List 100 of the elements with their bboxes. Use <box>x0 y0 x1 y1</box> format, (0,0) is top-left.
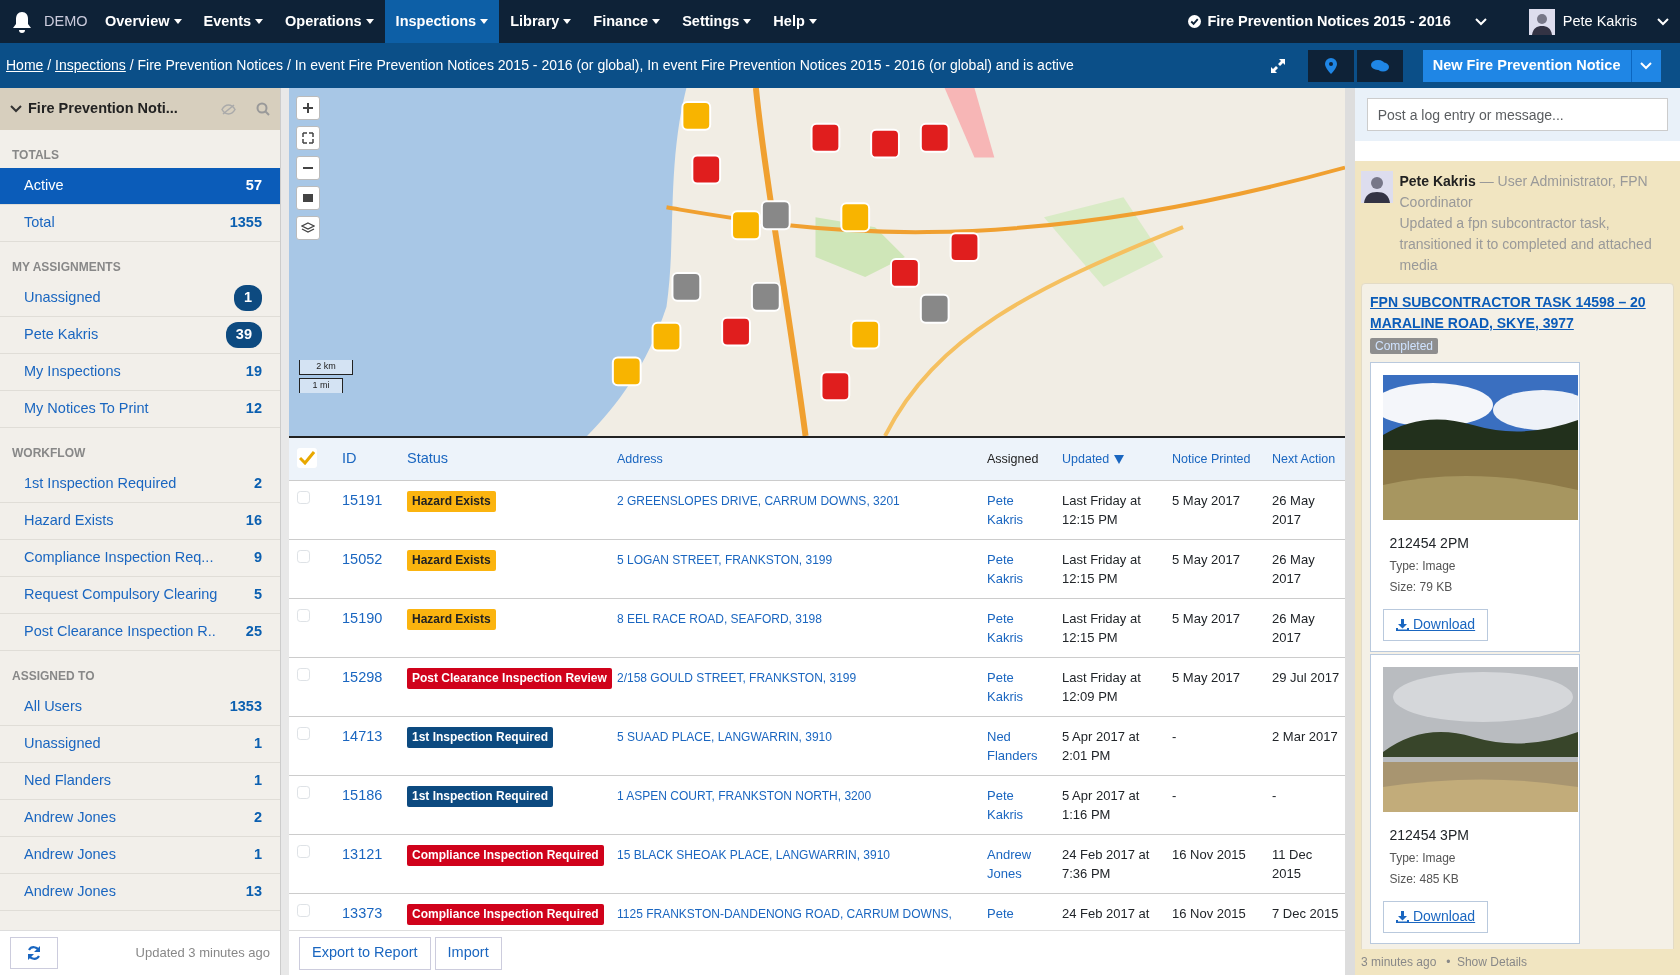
notice-id-link[interactable]: 14713 <box>342 727 383 744</box>
map-control-button[interactable] <box>296 156 320 180</box>
select-all-checkbox[interactable] <box>297 447 317 468</box>
address-link[interactable]: 15 BLACK SHEOAK PLACE, LANGWARRIN, 3910 <box>617 847 890 862</box>
chevron-icon <box>10 105 22 113</box>
sidebar-item[interactable]: Unassigned 1 <box>0 726 280 763</box>
nav-menu[interactable]: Help <box>762 0 828 43</box>
sidebar-item[interactable]: Active 57 <box>0 168 280 205</box>
sidebar-item[interactable]: Compliance Inspection Req... 9 <box>0 540 280 577</box>
sidebar-item[interactable]: Andrew Jones 2 <box>0 800 280 837</box>
row-checkbox[interactable] <box>297 667 310 681</box>
row-checkbox[interactable] <box>297 726 310 740</box>
program-selector[interactable]: Fire Prevention Notices 2015 - 2016 <box>1177 0 1498 43</box>
notice-id-link[interactable]: 15191 <box>342 491 383 508</box>
new-notice-button[interactable]: New Fire Prevention Notice <box>1422 49 1631 82</box>
sidebar-item[interactable]: 1st Inspection Required 2 <box>0 466 280 503</box>
row-checkbox[interactable] <box>297 785 310 799</box>
map-control-button[interactable] <box>296 186 320 210</box>
sidebar-item[interactable]: Pete Kakris 39 <box>0 317 280 354</box>
user-menu[interactable]: Pete Kakris <box>1517 0 1680 43</box>
breadcrumb-link[interactable]: Home <box>6 57 44 73</box>
column-header[interactable]: ID <box>342 449 357 466</box>
footer-button[interactable]: Import <box>434 936 502 970</box>
show-details-link[interactable]: Show Details <box>1456 955 1527 969</box>
nav-menu[interactable]: Overview <box>94 0 193 43</box>
assignee-link[interactable]: Pete <box>987 903 1046 923</box>
map-control-button[interactable] <box>296 96 320 120</box>
chat-button[interactable] <box>1357 49 1404 82</box>
notice-id-link[interactable]: 15298 <box>342 668 383 685</box>
breadcrumb-link[interactable]: Inspections <box>55 57 126 73</box>
message-field[interactable]: Post a log entry or message... <box>1367 98 1668 131</box>
row-checkbox[interactable] <box>297 549 310 563</box>
map-control-button[interactable] <box>296 216 320 240</box>
footer-button[interactable]: Export to Report <box>299 936 431 970</box>
assignee-link[interactable]: Pete Kakris <box>987 785 1046 824</box>
item-count: 12 <box>245 399 262 419</box>
map-pin-button[interactable] <box>1308 49 1354 82</box>
refresh-button[interactable] <box>10 937 58 969</box>
address-link[interactable]: 2 GREENSLOPES DRIVE, CARRUM DOWNS, 3201 <box>617 493 900 508</box>
table-cell: 29 Jul 2017 <box>1272 669 1340 685</box>
assignee-link[interactable]: Pete Kakris <box>987 667 1046 706</box>
address-link[interactable]: 2/158 GOULD STREET, FRANKSTON, 3199 <box>617 670 857 685</box>
column-header[interactable]: Address <box>617 451 663 466</box>
update-status: Updated 3 minutes ago <box>135 944 270 963</box>
item-count: 1 <box>253 734 262 754</box>
sidebar-item[interactable]: Post Clearance Inspection R.. 25 <box>0 614 280 651</box>
file-size: Size: 485 KB <box>1389 870 1460 888</box>
bell-icon[interactable] <box>12 10 32 33</box>
address-link[interactable]: 1125 FRANKSTON-DANDENONG ROAD, CARRUM DOWNS, <box>617 906 952 921</box>
count-badge: 39 <box>225 322 262 348</box>
assignee-link[interactable]: Pete Kakris <box>987 490 1046 529</box>
address-link[interactable]: 5 LOGAN STREET, FRANKSTON, 3199 <box>617 552 833 567</box>
download-button[interactable]: Download <box>1383 608 1489 641</box>
sidebar-item[interactable]: Hazard Exists 16 <box>0 503 280 540</box>
assignee-link[interactable]: Andrew Jones <box>987 844 1046 883</box>
sidebar-item[interactable]: My Notices To Print 12 <box>0 391 280 428</box>
address-link[interactable]: 1 ASPEN COURT, FRANKSTON NORTH, 3200 <box>617 788 872 803</box>
row-checkbox[interactable] <box>297 608 310 622</box>
item-count: 2 <box>253 808 262 828</box>
column-header[interactable]: Status <box>407 449 449 466</box>
map-scale: 2 km <box>299 360 353 375</box>
notice-id-link[interactable]: 13121 <box>342 845 383 862</box>
download-button[interactable]: Download <box>1383 900 1489 933</box>
notice-id-link[interactable]: 13373 <box>342 904 383 921</box>
address-link[interactable]: 8 EEL RACE ROAD, SEAFORD, 3198 <box>617 611 822 626</box>
notice-id-link[interactable]: 15190 <box>342 609 383 626</box>
timestamp: 3 minutes ago <box>1361 955 1437 969</box>
sidebar-item[interactable]: Unassigned 1 <box>0 280 280 317</box>
address-link[interactable]: 5 SUAAD PLACE, LANGWARRIN, 3910 <box>617 729 832 744</box>
nav-menu[interactable]: Events <box>192 0 275 43</box>
nav-menu[interactable]: Library <box>499 0 583 43</box>
notice-id-link[interactable]: 15052 <box>342 550 383 567</box>
nav-menu[interactable]: Inspections <box>384 0 500 43</box>
row-checkbox[interactable] <box>297 844 310 858</box>
nav-menu[interactable]: Settings <box>671 0 763 43</box>
sidebar-item[interactable]: Ned Flanders 1 <box>0 763 280 800</box>
nav-menu[interactable]: Finance <box>582 0 672 43</box>
sidebar-item[interactable]: Andrew Jones 1 <box>0 837 280 874</box>
task-link[interactable]: FPN SUBCONTRACTOR TASK 14598 – 20 MARALINE ROAD, SKYE, 3977 <box>1370 291 1665 334</box>
section-heading: ASSIGNED TO <box>11 668 96 685</box>
sidebar-item[interactable]: My Inspections 19 <box>0 354 280 391</box>
sidebar-item[interactable]: Total 1355 <box>0 205 280 242</box>
assignee-link[interactable]: Pete Kakris <box>987 549 1046 588</box>
download-icon <box>1396 911 1409 924</box>
map-pin-icon <box>1325 57 1337 74</box>
notice-id-link[interactable]: 15186 <box>342 786 383 803</box>
expand-icon[interactable] <box>1270 57 1286 74</box>
map-control-button[interactable] <box>296 126 320 150</box>
assignee-link[interactable]: Ned Flanders <box>987 726 1046 765</box>
sidebar-item[interactable]: All Users 1353 <box>0 689 280 726</box>
assignee-link[interactable]: Pete Kakris <box>987 608 1046 647</box>
dropdown-button[interactable] <box>1630 49 1661 82</box>
status-badge: Hazard Exists <box>407 608 496 630</box>
row-checkbox[interactable] <box>297 903 310 917</box>
sidebar-item[interactable]: Andrew Jones 13 <box>0 874 280 911</box>
nav-menu[interactable]: Operations <box>274 0 385 43</box>
caret-icon <box>652 19 661 24</box>
row-checkbox[interactable] <box>297 490 310 504</box>
sidebar-item[interactable]: Request Compulsory Clearing 5 <box>0 577 280 614</box>
table-cell: Last Friday at 12:15 PM <box>1062 610 1141 645</box>
